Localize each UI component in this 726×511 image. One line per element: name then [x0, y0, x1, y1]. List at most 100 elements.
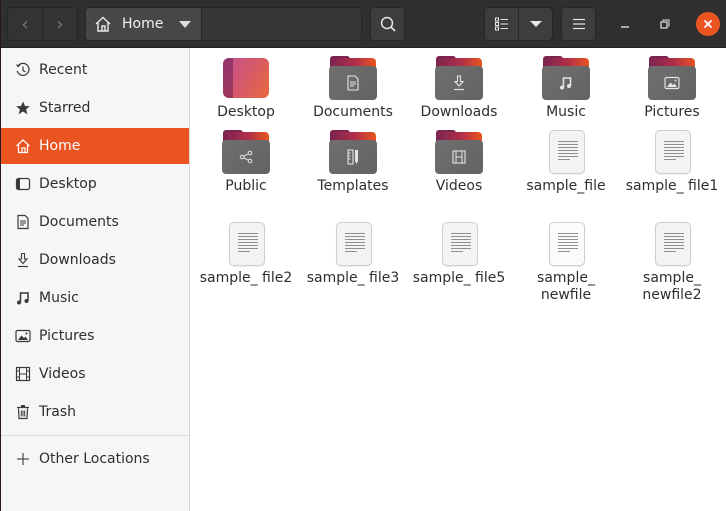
- file-name: sample_ file1: [625, 178, 719, 194]
- chevron-left-icon: ‹: [21, 13, 29, 35]
- file-item-downloads[interactable]: Downloads: [409, 54, 509, 121]
- file-item-sample-file[interactable]: sample_file: [516, 128, 616, 195]
- view-options-button[interactable]: [518, 8, 552, 40]
- plus-icon: [15, 451, 31, 467]
- text-file-icon: [648, 220, 696, 268]
- text-file-icon: [222, 220, 270, 268]
- sidebar-divider: [1, 435, 189, 436]
- file-item-videos[interactable]: Videos: [409, 128, 509, 195]
- file-name: sample_ newfile: [537, 270, 595, 303]
- sidebar-item-label: Home: [39, 138, 81, 154]
- text-file-icon: [542, 220, 590, 268]
- document-icon: [15, 214, 31, 230]
- clock-icon: [15, 62, 31, 78]
- path-label: Home: [122, 16, 164, 32]
- sidebar-item-music[interactable]: Music: [1, 280, 189, 316]
- minimize-icon: [621, 26, 629, 28]
- video-icon: [15, 366, 31, 382]
- sidebar-item-label: Other Locations: [39, 451, 150, 467]
- home-icon: [95, 16, 111, 32]
- picture-icon: [15, 328, 31, 344]
- sidebar: Recent Starred Home Desktop Documents Do…: [1, 48, 190, 511]
- file-item-templates[interactable]: Templates: [303, 128, 403, 195]
- sidebar-item-home[interactable]: Home: [1, 128, 189, 164]
- path-dropdown-icon[interactable]: [179, 21, 191, 28]
- sidebar-item-starred[interactable]: Starred: [1, 90, 189, 126]
- file-name: Videos: [435, 178, 483, 194]
- sidebar-item-label: Starred: [39, 100, 91, 116]
- list-view-button[interactable]: [485, 8, 518, 40]
- public-folder-icon: [222, 128, 270, 176]
- maximize-button[interactable]: [653, 12, 677, 36]
- file-item-public[interactable]: Public: [196, 128, 296, 195]
- downloads-folder-icon: [435, 54, 483, 102]
- music-icon: [15, 290, 31, 306]
- file-name: Public: [225, 178, 267, 194]
- sidebar-item-label: Desktop: [39, 176, 97, 192]
- header-bar: ‹ › Home: [0, 0, 726, 48]
- view-toggle-group: [484, 7, 553, 41]
- sidebar-item-desktop[interactable]: Desktop: [1, 166, 189, 202]
- file-name: Downloads: [420, 104, 498, 120]
- file-name: Templates: [317, 178, 389, 194]
- download-icon: [15, 252, 31, 268]
- file-item-documents[interactable]: Documents: [303, 54, 403, 121]
- desktop-icon: [15, 176, 31, 192]
- file-name: sample_file: [526, 178, 606, 194]
- sidebar-item-videos[interactable]: Videos: [1, 356, 189, 392]
- sidebar-item-other-locations[interactable]: Other Locations: [1, 441, 189, 477]
- file-name: sample_ file2: [199, 270, 293, 286]
- sidebar-item-label: Recent: [39, 62, 88, 78]
- file-item-desktop[interactable]: Desktop: [196, 54, 296, 121]
- file-name: sample_ newfile2: [642, 270, 702, 303]
- list-view-icon: [494, 17, 508, 31]
- restore-icon: [660, 19, 670, 29]
- path-bar: Home: [85, 7, 362, 41]
- sidebar-item-label: Trash: [39, 404, 76, 420]
- close-icon: [703, 19, 713, 29]
- search-icon: [380, 16, 396, 32]
- file-grid: Desktop Documents Downloads Music Pictur…: [190, 48, 726, 511]
- sidebar-item-pictures[interactable]: Pictures: [1, 318, 189, 354]
- forward-button[interactable]: ›: [42, 8, 77, 40]
- desktop-folder-icon: [222, 54, 270, 102]
- search-button[interactable]: [370, 7, 405, 41]
- sidebar-item-label: Videos: [39, 366, 86, 382]
- file-item-sample-file2[interactable]: sample_ file2: [196, 220, 296, 287]
- file-name: sample_ file3: [306, 270, 400, 286]
- templates-folder-icon: [329, 128, 377, 176]
- file-item-sample-file5[interactable]: sample_ file5: [409, 220, 509, 287]
- chevron-right-icon: ›: [56, 13, 64, 35]
- file-name: Desktop: [217, 104, 275, 120]
- home-icon: [15, 138, 31, 154]
- sidebar-item-recent[interactable]: Recent: [1, 52, 189, 88]
- text-file-icon: [435, 220, 483, 268]
- file-item-sample-newfile[interactable]: sample_ newfile: [516, 220, 616, 304]
- star-icon: [15, 100, 31, 116]
- file-item-pictures[interactable]: Pictures: [622, 54, 722, 121]
- main-menu-button[interactable]: [561, 7, 596, 41]
- sidebar-item-label: Pictures: [39, 328, 95, 344]
- chevron-down-icon: [529, 21, 542, 27]
- text-file-icon: [542, 128, 590, 176]
- sidebar-item-label: Documents: [39, 214, 119, 230]
- sidebar-item-documents[interactable]: Documents: [1, 204, 189, 240]
- text-file-icon: [648, 128, 696, 176]
- file-item-music[interactable]: Music: [516, 54, 616, 121]
- file-item-sample-file3[interactable]: sample_ file3: [303, 220, 403, 287]
- file-name: Music: [546, 104, 586, 120]
- sidebar-item-trash[interactable]: Trash: [1, 394, 189, 430]
- path-home-button[interactable]: Home: [86, 8, 202, 40]
- sidebar-item-label: Music: [39, 290, 79, 306]
- minimize-button[interactable]: [613, 12, 637, 36]
- file-item-sample-newfile2[interactable]: sample_ newfile2: [622, 220, 722, 304]
- file-item-sample-file1[interactable]: sample_ file1: [622, 128, 722, 195]
- file-manager-window: ‹ › Home Recent Starred Home Desktop Doc…: [0, 0, 726, 511]
- pictures-folder-icon: [648, 54, 696, 102]
- back-button[interactable]: ‹: [8, 8, 42, 40]
- trash-icon: [15, 404, 31, 420]
- sidebar-item-downloads[interactable]: Downloads: [1, 242, 189, 278]
- documents-folder-icon: [329, 54, 377, 102]
- close-button[interactable]: [696, 12, 720, 36]
- file-name: Pictures: [644, 104, 700, 120]
